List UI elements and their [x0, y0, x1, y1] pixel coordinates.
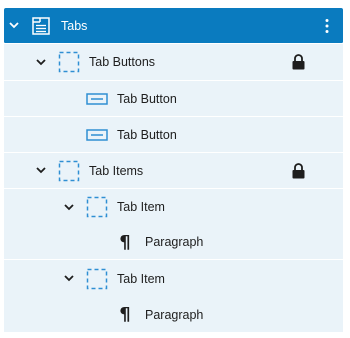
tree-label-paragraph: Paragraph: [145, 235, 204, 249]
chevron-down-icon[interactable]: [63, 201, 75, 213]
tree-row-paragraph[interactable]: ¶ Paragraph: [4, 297, 343, 332]
chevron-down-icon[interactable]: [8, 20, 20, 32]
pilcrow-icon: ¶: [119, 231, 131, 253]
tree-label-tabs: Tabs: [61, 18, 88, 33]
chevron-down-icon[interactable]: [35, 56, 47, 68]
more-options-icon[interactable]: [322, 17, 332, 35]
pilcrow-icon: ¶: [119, 304, 131, 325]
tree-row-tab-item[interactable]: Tab Item: [4, 189, 343, 225]
tree-row-tab-buttons[interactable]: Tab Buttons: [4, 44, 343, 81]
tree-row-paragraph[interactable]: ¶ Paragraph: [4, 225, 343, 260]
tree-row-tab-items[interactable]: Tab Items: [4, 153, 343, 189]
tree-label-tab-items: Tab Items: [89, 163, 144, 178]
tree-label-tab-buttons: Tab Buttons: [89, 55, 156, 69]
dashed-square-icon: [58, 51, 80, 73]
dashed-square-icon: [58, 160, 80, 182]
tree-row-tab-button[interactable]: Tab Button: [4, 117, 343, 153]
tabs-block-icon: [31, 16, 51, 36]
tree-label-tab-item: Tab Item: [117, 200, 165, 214]
tree-label-tab-button: Tab Button: [117, 127, 177, 142]
button-icon: [86, 92, 108, 106]
list-view-tree: Tabs Tab Buttons Tab Button Tab Button T…: [4, 8, 343, 332]
tree-row-tabs[interactable]: Tabs: [4, 8, 343, 44]
tree-row-tab-button[interactable]: Tab Button: [4, 81, 343, 117]
button-icon: [86, 128, 108, 142]
dashed-square-icon: [86, 268, 108, 290]
lock-icon[interactable]: [291, 162, 305, 179]
tree-row-tab-item[interactable]: Tab Item: [4, 260, 343, 297]
tree-label-paragraph: Paragraph: [145, 307, 204, 322]
dashed-square-icon: [86, 196, 108, 218]
lock-icon[interactable]: [291, 54, 305, 70]
chevron-down-icon[interactable]: [35, 165, 47, 177]
chevron-down-icon[interactable]: [63, 273, 75, 285]
tree-label-tab-item: Tab Item: [117, 271, 165, 286]
tree-label-tab-button: Tab Button: [117, 91, 177, 106]
